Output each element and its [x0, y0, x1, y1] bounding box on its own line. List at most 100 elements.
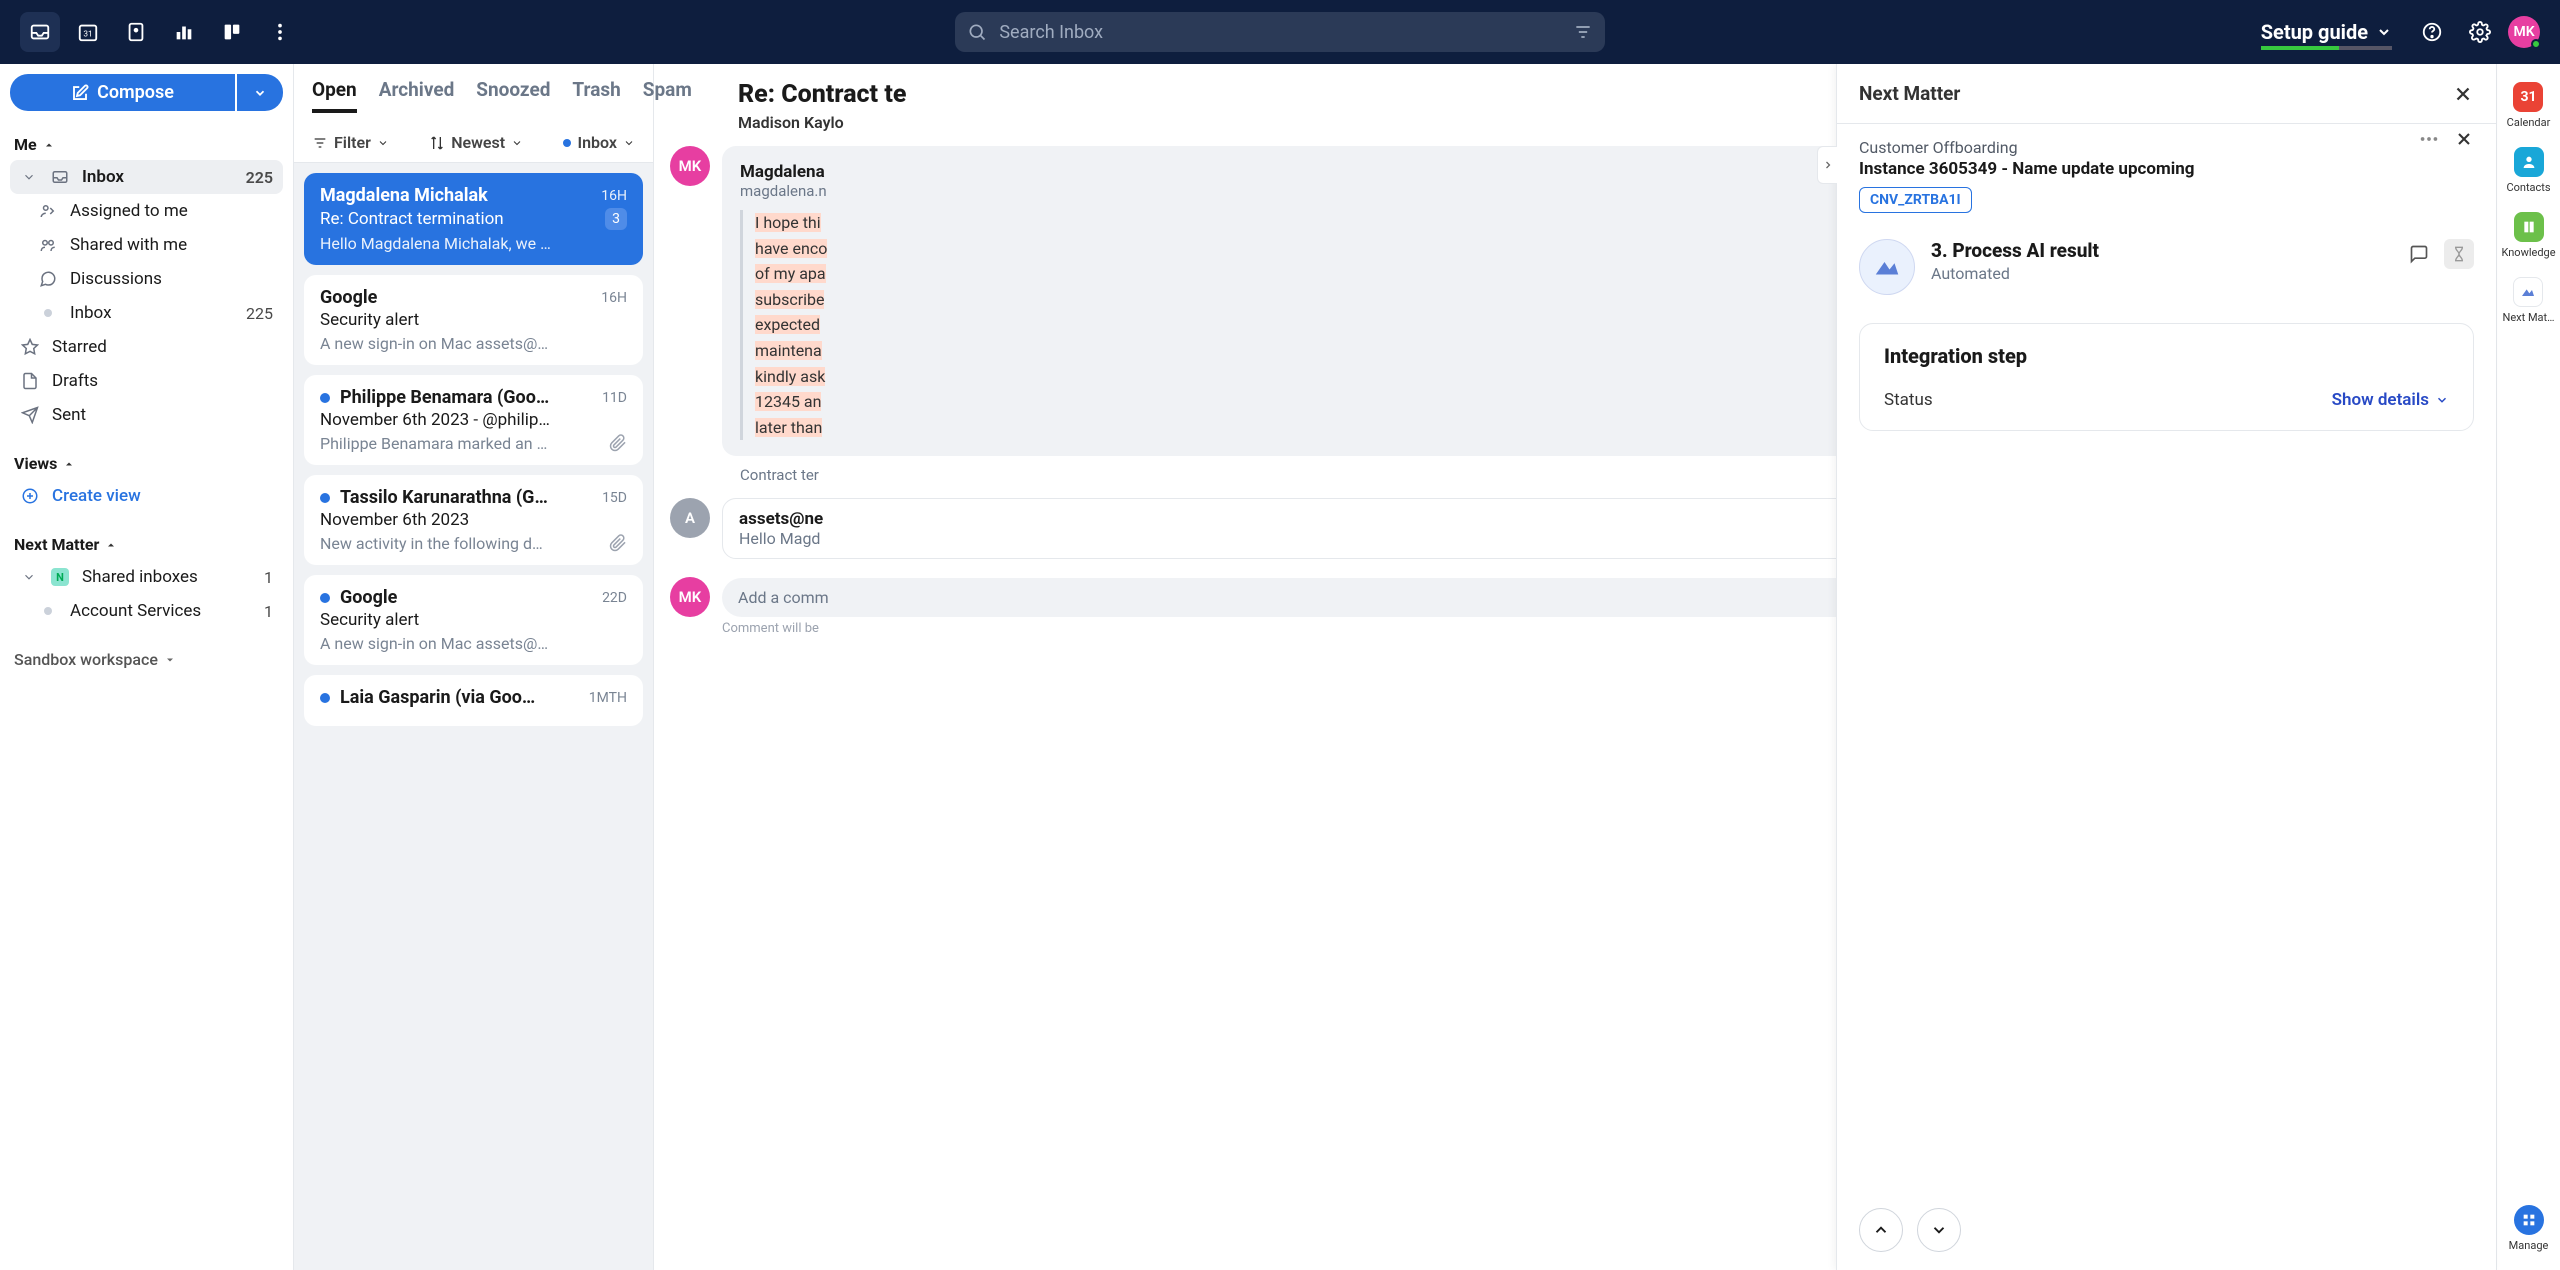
thread-item[interactable]: Philippe Benamara (Goo…11DNovember 6th 2… [304, 375, 643, 465]
overlay-process: Customer Offboarding [1859, 138, 2474, 157]
dot-icon [38, 309, 58, 317]
nav-inbox-icon[interactable] [20, 12, 60, 52]
thread-subject: Security alert [320, 310, 419, 330]
rail-contacts[interactable]: Contacts [2506, 147, 2550, 194]
thread-preview: A new sign-in on Mac assets@… [320, 334, 548, 353]
search-filter-icon[interactable] [1573, 22, 1593, 42]
sidebar-inbox-nested[interactable]: Inbox 225 [10, 296, 283, 330]
create-view-label: Create view [52, 486, 141, 506]
nav-more-icon[interactable] [260, 12, 300, 52]
thread-subject: Re: Contract termination [320, 209, 504, 229]
section-views[interactable]: Views [10, 448, 283, 479]
create-view-button[interactable]: Create view [10, 479, 283, 513]
sidebar-sent-label: Sent [52, 405, 86, 425]
overlay-status-label: Status [1884, 390, 1933, 410]
thread-item[interactable]: Google16HSecurity alertA new sign-in on … [304, 275, 643, 365]
next-step-button[interactable] [1917, 1208, 1961, 1252]
thread-item[interactable]: Tassilo Karunarathna (G…15DNovember 6th … [304, 475, 643, 565]
filter-button[interactable]: Filter [312, 133, 389, 152]
sidebar-inbox2-label: Inbox [70, 303, 112, 323]
overlay-title: Next Matter [1859, 82, 1960, 105]
thread-preview: Hello Magdalena Michalak, we … [320, 234, 551, 253]
tab-snoozed[interactable]: Snoozed [476, 78, 550, 113]
sidebar-shared-inboxes[interactable]: N Shared inboxes 1 [10, 560, 283, 594]
tab-archived[interactable]: Archived [379, 78, 455, 113]
nav-calendar-icon[interactable]: 31 [68, 12, 108, 52]
compose-dropdown[interactable] [237, 74, 283, 111]
comment-icon[interactable] [2404, 239, 2434, 269]
sidebar-starred[interactable]: Starred [10, 330, 283, 364]
section-me-label: Me [14, 135, 37, 154]
sort-button[interactable]: Newest [429, 133, 523, 152]
sidebar-drafts[interactable]: Drafts [10, 364, 283, 398]
thread-time: 15D [602, 490, 627, 506]
section-next-matter[interactable]: Next Matter [10, 529, 283, 560]
thread-time: 16H [601, 188, 627, 204]
workspace-switcher[interactable]: Sandbox workspace [10, 644, 283, 675]
overlay-step-sub: Automated [1931, 264, 2099, 283]
rail-contacts-label: Contacts [2506, 181, 2550, 194]
nav-kanban-icon[interactable] [212, 12, 252, 52]
sidebar-sent[interactable]: Sent [10, 398, 283, 432]
sidebar-shared[interactable]: Shared with me [10, 228, 283, 262]
thread-sender: Magdalena Michalak [320, 185, 488, 206]
thread-sender: Laia Gasparin (via Goo… [340, 687, 535, 708]
section-views-label: Views [14, 454, 57, 473]
star-icon [20, 338, 40, 356]
workspace-label: Sandbox workspace [14, 650, 158, 669]
thread-item[interactable]: Magdalena Michalak 16H Re: Contract termin… [304, 173, 643, 265]
unread-dot-icon [320, 393, 330, 403]
nav-analytics-icon[interactable] [164, 12, 204, 52]
search-input[interactable] [955, 12, 1605, 52]
section-me[interactable]: Me [10, 129, 283, 160]
setup-guide-button[interactable]: Setup guide [2261, 20, 2392, 44]
msg-count-badge: 3 [605, 208, 627, 230]
thread-subject: November 6th 2023 [320, 510, 469, 530]
prev-step-button[interactable] [1859, 1208, 1903, 1252]
help-icon[interactable] [2412, 12, 2452, 52]
comment-avatar: MK [670, 577, 710, 617]
sidebar-account-services[interactable]: Account Services 1 [10, 594, 283, 628]
collapse-panel-button[interactable] [1817, 146, 1837, 184]
nav-contacts-icon[interactable] [116, 12, 156, 52]
rail-knowledge[interactable]: Knowledge [2501, 212, 2555, 259]
unread-dot-icon [320, 693, 330, 703]
contacts-icon [2514, 147, 2544, 177]
knowledge-icon [2514, 212, 2544, 242]
hourglass-icon [2444, 239, 2474, 269]
rail-calendar[interactable]: 31 Calendar [2507, 82, 2551, 129]
user-avatar[interactable]: MK [2508, 16, 2540, 48]
plus-circle-icon [20, 487, 40, 505]
filter-label: Filter [334, 133, 371, 152]
settings-icon[interactable] [2460, 12, 2500, 52]
overlay-step-title: 3. Process AI result [1931, 239, 2099, 262]
show-details-button[interactable]: Show details [2332, 390, 2449, 410]
close-overlay-button[interactable] [2452, 83, 2474, 105]
thread-item[interactable]: Google22DSecurity alertA new sign-in on … [304, 575, 643, 665]
inbox-filter-button[interactable]: Inbox [563, 133, 635, 152]
overlay-more-icon[interactable] [2418, 128, 2440, 150]
thread-item[interactable]: Laia Gasparin (via Goo…1MTH [304, 675, 643, 726]
sidebar-inbox2-count: 225 [246, 304, 273, 323]
rail-next-matter[interactable]: Next Mat… [2502, 277, 2554, 324]
next-matter-panel: Next Matter Customer Offboarding Instanc… [1836, 64, 2496, 1270]
drafts-icon [20, 372, 40, 390]
thread-list: Magdalena Michalak 16H Re: Contract termin… [294, 163, 653, 1270]
sidebar-inbox[interactable]: Inbox 225 [10, 160, 283, 194]
sidebar-discussions[interactable]: Discussions [10, 262, 283, 296]
manage-icon [2514, 1205, 2544, 1235]
sidebar-assigned[interactable]: Assigned to me [10, 194, 283, 228]
shared-icon [38, 236, 58, 254]
overlay-instance: Instance 3605349 - Name update upcoming [1859, 159, 2474, 179]
compose-button[interactable]: Compose [10, 74, 235, 111]
rail-manage-label: Manage [2509, 1239, 2549, 1252]
rail-manage[interactable]: Manage [2509, 1205, 2549, 1252]
overlay-chip: CNV_ZRTBA1I [1859, 187, 1972, 213]
attachment-icon [609, 534, 627, 552]
tab-open[interactable]: Open [312, 78, 357, 113]
tab-trash[interactable]: Trash [572, 78, 620, 113]
thread-preview: A new sign-in on Mac assets@… [320, 634, 548, 653]
sidebar-shared-inboxes-label: Shared inboxes [82, 567, 198, 587]
overlay-close-instance-button[interactable] [2454, 129, 2474, 149]
integration-step-card: Integration step Status Show details [1859, 323, 2474, 431]
